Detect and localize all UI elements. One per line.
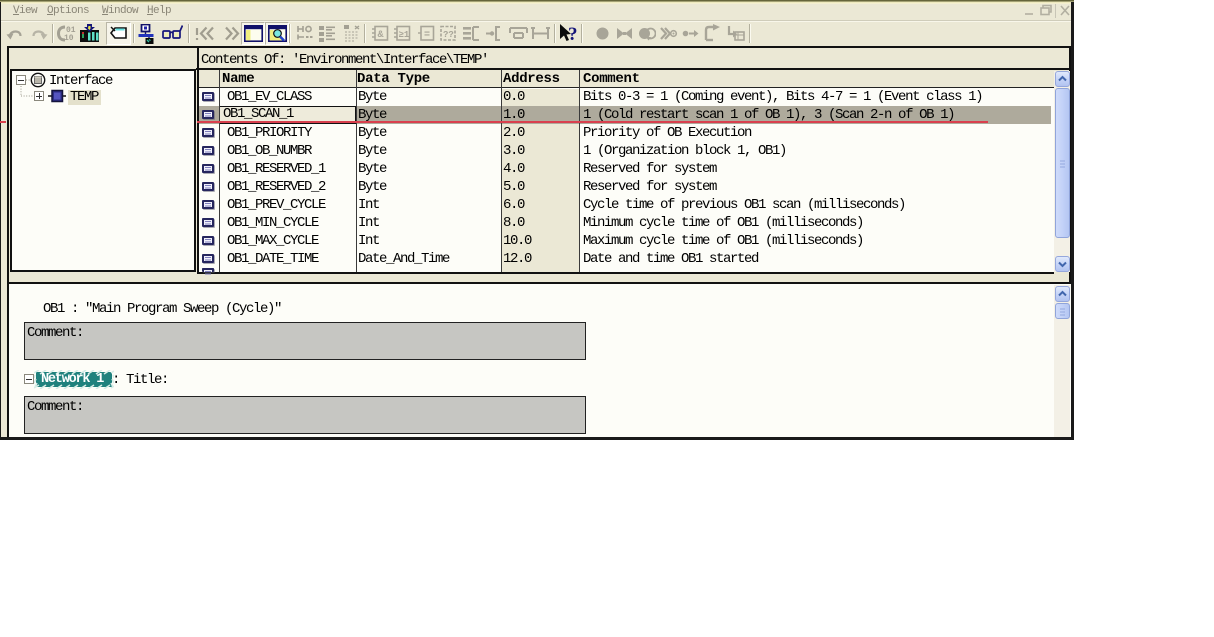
svg-text:??: ?? (443, 30, 454, 40)
svg-text:&: & (378, 30, 384, 41)
svg-text:≥1: ≥1 (399, 30, 410, 40)
svg-text:10: 10 (64, 34, 74, 43)
svg-text:=: = (424, 30, 430, 41)
svg-text:?: ? (568, 24, 578, 44)
